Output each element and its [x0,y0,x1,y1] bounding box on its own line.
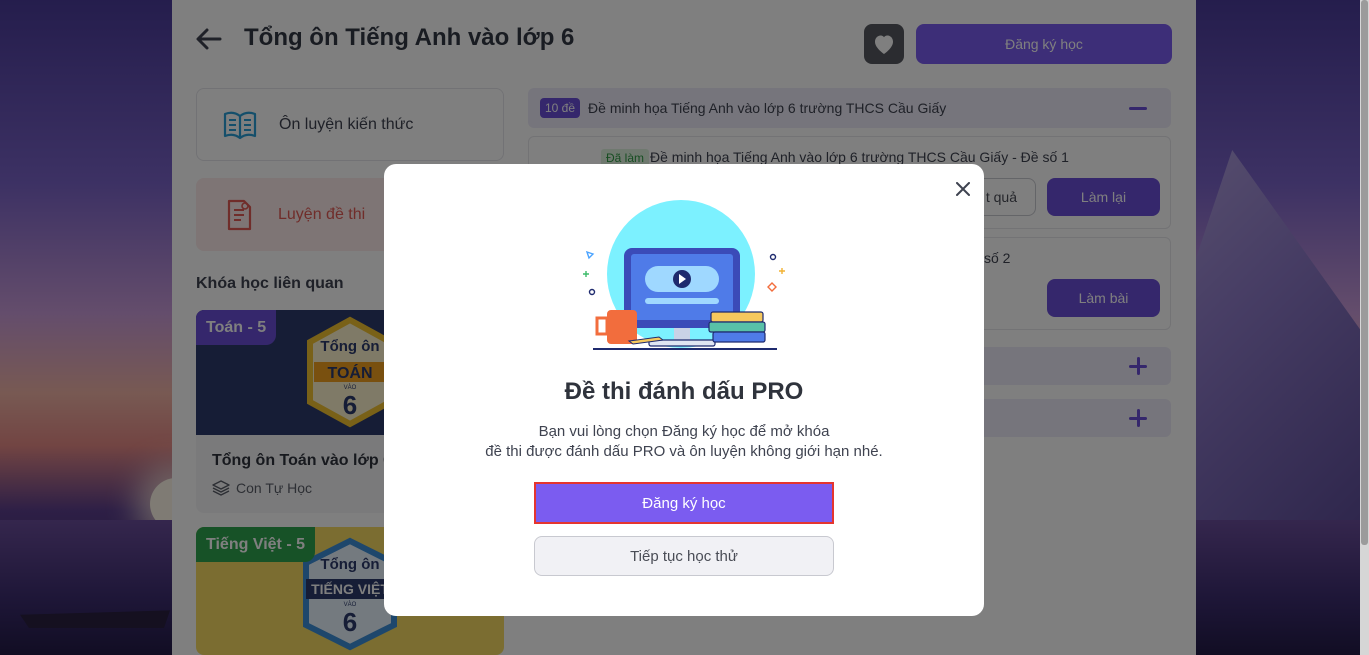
modal-register-button[interactable]: Đăng ký học [534,482,834,524]
modal-title: Đề thi đánh dấu PRO [564,378,804,405]
computer-illustration [583,200,785,350]
scrollbar[interactable] [1360,0,1369,655]
continue-trial-button[interactable]: Tiếp tục học thử [534,536,834,576]
pro-exam-modal: Đề thi đánh dấu PRO Bạn vui lòng chọn Đă… [384,164,984,616]
modal-description-line: đề thi được đánh dấu PRO và ôn luyện khô… [485,443,883,460]
modal-description: Bạn vui lòng chọn Đăng ký học để mở khóa… [444,422,924,462]
scrollbar-thumb[interactable] [1361,0,1368,545]
modal-description-line: Bạn vui lòng chọn Đăng ký học để mở khóa [538,423,830,440]
close-icon[interactable] [952,178,974,200]
